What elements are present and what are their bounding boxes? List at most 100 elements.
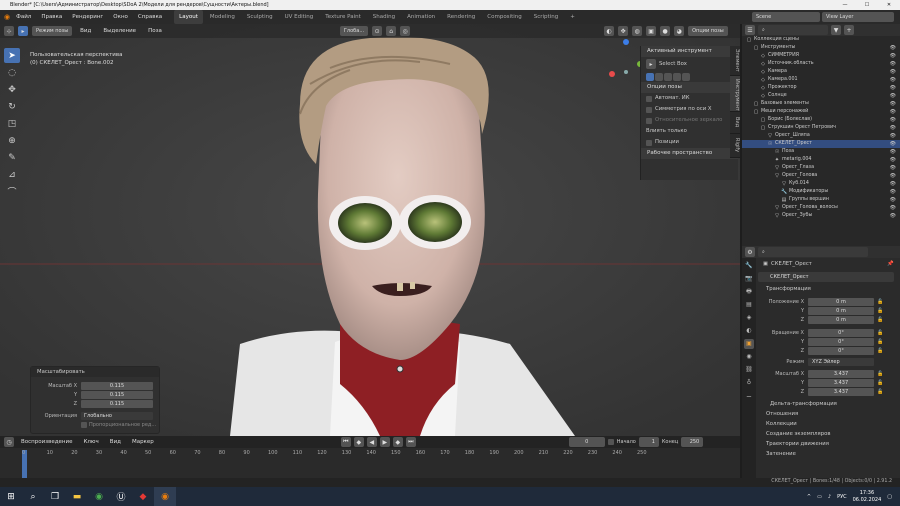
motion-paths-header[interactable]: Траектории движения — [758, 439, 900, 449]
outliner-row[interactable]: ▢ Меши персонажей 👁 — [742, 108, 900, 116]
tab-view[interactable]: Вид — [730, 112, 740, 134]
outliner-row[interactable]: ▽ Орест_Голова_волосы 👁 — [742, 204, 900, 212]
overlay-icon[interactable]: ◍ — [632, 26, 643, 36]
annotate-icon[interactable]: ✎ — [4, 150, 20, 165]
properties-editor-icon[interactable]: ⚙ — [745, 247, 755, 257]
outliner-row[interactable]: ▤ Группы вершин 👁 — [742, 196, 900, 204]
tab-texture-paint[interactable]: Texture Paint — [320, 10, 366, 24]
data-tab-icon[interactable]: ♁ — [744, 378, 754, 388]
visibility-eye-icon[interactable]: 👁 — [890, 108, 896, 116]
visibility-icon[interactable]: ◐ — [604, 26, 615, 36]
object-name-field[interactable]: СКЕЛЕТ_Орест — [758, 272, 894, 282]
jump-start-icon[interactable]: ⏮ — [340, 437, 351, 447]
visibility-eye-icon[interactable]: 👁 — [890, 172, 896, 180]
outliner-row[interactable]: ◇ Прожектор 👁 — [742, 84, 900, 92]
new-collection-icon[interactable]: + — [844, 25, 854, 35]
rotation-x-field[interactable]: 0° — [808, 328, 874, 337]
outliner-row[interactable]: ▢ Струкшин Орест Петрович 👁 — [742, 124, 900, 132]
visibility-eye-icon[interactable]: 👁 — [890, 196, 896, 204]
rotation-z-field[interactable]: 0° — [808, 346, 874, 355]
world-tab-icon[interactable]: ◐ — [744, 326, 754, 336]
play-icon[interactable]: ▶ — [379, 437, 390, 447]
auto-ik-checkbox[interactable] — [646, 95, 652, 102]
visibility-eye-icon[interactable]: 👁 — [890, 164, 896, 172]
outliner-row[interactable]: ◇ Источник.область 👁 — [742, 60, 900, 68]
scene-tab-icon[interactable]: ◈ — [744, 313, 754, 323]
end-frame-field[interactable]: 250 — [681, 437, 704, 447]
notifications-icon[interactable]: ▢ — [887, 494, 892, 500]
mode-intersect-icon[interactable] — [682, 72, 690, 81]
mode-selector[interactable]: Режим позы — [32, 26, 73, 36]
timeline-editor-icon[interactable]: ◷ — [4, 437, 14, 447]
tab-sculpting[interactable]: Sculpting — [242, 10, 278, 24]
visibility-eye-icon[interactable]: 👁 — [890, 60, 896, 68]
relations-header[interactable]: Отношения — [758, 409, 900, 419]
visibility-eye-icon[interactable]: 👁 — [890, 68, 896, 76]
tab-tool[interactable]: Инструмент — [730, 76, 740, 112]
task-view-icon[interactable]: ❒ — [44, 487, 66, 506]
maximize-icon[interactable]: ☐ — [856, 0, 878, 10]
lock-icon[interactable]: 🔓 — [877, 308, 883, 314]
menu-window[interactable]: Окно — [109, 10, 132, 24]
viewport-menu-select[interactable]: Выделение — [99, 24, 140, 38]
menu-file[interactable]: Файл — [12, 10, 35, 24]
move-icon[interactable]: ✥ — [4, 82, 20, 97]
measure-icon[interactable]: ⊿ — [4, 167, 20, 182]
search-icon[interactable]: ⌕ — [22, 487, 44, 506]
editor-type-icon[interactable]: ⊹ — [4, 26, 14, 36]
shading-material-icon[interactable]: ◕ — [674, 26, 685, 36]
relative-mirror-checkbox[interactable] — [646, 117, 652, 124]
render-tab-icon[interactable]: 📷 — [744, 274, 754, 284]
timeline-menu-view[interactable]: Вид — [106, 436, 125, 448]
outliner-search[interactable]: ⌕ — [758, 25, 828, 35]
view-layer-selector[interactable]: View Layer — [822, 12, 894, 22]
lock-icon[interactable]: 🔓 — [877, 348, 883, 354]
transform-icon[interactable]: ⊕ — [4, 133, 20, 148]
outliner-row[interactable]: ▢ Коллекция сцены — [742, 36, 900, 44]
visibility-eye-icon[interactable]: 👁 — [890, 76, 896, 84]
instancing-header[interactable]: Создание экземпляров — [758, 429, 900, 439]
outliner-row[interactable]: ▽ Орест_Зубы 👁 — [742, 212, 900, 220]
lock-icon[interactable]: 🔓 — [877, 330, 883, 336]
next-key-icon[interactable]: ◆ — [392, 437, 403, 447]
scale-z-prop-field[interactable]: 3.437 — [808, 387, 874, 396]
cursor-icon[interactable]: ◌ — [4, 65, 20, 80]
tab-item[interactable]: Элемент — [730, 46, 740, 76]
visibility-eye-icon[interactable]: 👁 — [890, 132, 896, 140]
output-tab-icon[interactable]: 🖶 — [744, 287, 754, 297]
mode-subtract-icon[interactable] — [664, 72, 672, 81]
properties-search[interactable]: ⌕ — [758, 247, 868, 257]
lock-icon[interactable]: 🔓 — [877, 371, 883, 377]
tab-modeling[interactable]: Modeling — [205, 10, 240, 24]
timeline-menu-keying[interactable]: Ключ — [79, 436, 102, 448]
outliner-row[interactable]: ◇ СИММЕТРИЯ 👁 — [742, 52, 900, 60]
outliner-row[interactable]: ▽ Орест_Шляпа 👁 — [742, 132, 900, 140]
menu-help[interactable]: Справка — [134, 10, 166, 24]
mode-invert-icon[interactable] — [673, 72, 681, 81]
pose-options-header[interactable]: Опции позы — [641, 82, 738, 93]
select-box-tool-icon[interactable]: ▸ — [646, 59, 656, 69]
shading-solid-icon[interactable]: ● — [660, 26, 671, 36]
play-reverse-icon[interactable]: ◀ — [366, 437, 377, 447]
tab-rendering[interactable]: Rendering — [442, 10, 480, 24]
xray-icon[interactable]: ▣ — [646, 26, 657, 36]
scale-z-field[interactable]: 0.115 — [81, 399, 153, 408]
constraints-tab-icon[interactable]: ⛓ — [744, 365, 754, 375]
orientation-dropdown[interactable]: Глобально — [81, 411, 153, 420]
outliner-row[interactable]: ☉ Поза 👁 — [742, 148, 900, 156]
location-z-field[interactable]: 0 m — [808, 315, 874, 324]
lock-icon[interactable]: 🔓 — [877, 299, 883, 305]
windows-start-icon[interactable]: ⊞ — [0, 487, 22, 506]
tab-uv-editing[interactable]: UV Editing — [280, 10, 319, 24]
positions-row[interactable]: Позиции — [641, 137, 738, 148]
lock-icon[interactable]: 🔓 — [877, 339, 883, 345]
snap-icon[interactable]: ⌂ — [386, 26, 397, 36]
tab-shading[interactable]: Shading — [368, 10, 400, 24]
orientation-selector[interactable]: Глоба... — [339, 26, 369, 36]
location-y-field[interactable]: 0 m — [808, 306, 874, 315]
outliner-row[interactable]: 🔧 Модификаторы 👁 — [742, 188, 900, 196]
visibility-eye-icon[interactable]: 👁 — [890, 100, 896, 108]
outliner-row[interactable]: ▽ Орест_Глаза 👁 — [742, 164, 900, 172]
outliner-row[interactable]: ▢ Базовые элементы 👁 — [742, 100, 900, 108]
auto-ik-row[interactable]: Автомат. ИК — [641, 93, 738, 104]
